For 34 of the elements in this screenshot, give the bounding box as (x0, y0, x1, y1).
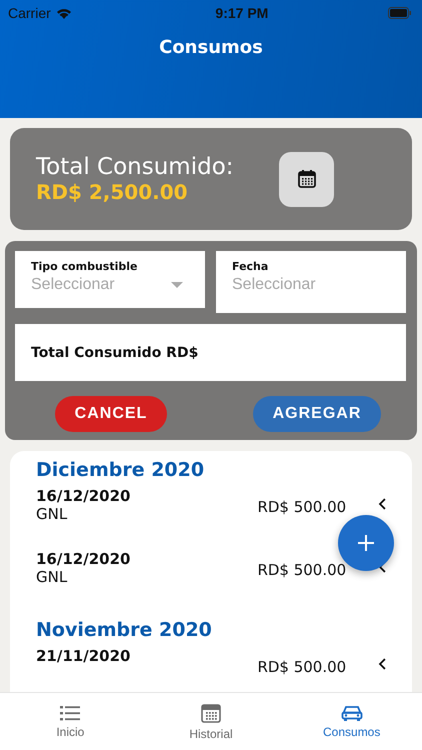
battery-icon (388, 7, 412, 19)
cancel-button[interactable]: CANCEL (55, 396, 167, 432)
caret-icon (171, 282, 183, 288)
tab-item[interactable]: Historial (140, 693, 282, 750)
wifi-icon (56, 7, 72, 19)
status-time: 9:17 PM (215, 5, 268, 21)
tab-item[interactable]: Inicio (0, 693, 141, 750)
tab-item[interactable]: Consumos (281, 693, 422, 750)
entry-date: 16/12/2020 (36, 487, 132, 505)
fuel-type: GNL (36, 505, 68, 523)
add-button[interactable]: AGREGAR (253, 396, 381, 432)
entry-amount: RD$ 500.00 (257, 658, 348, 676)
screen-title: Consumos (158, 36, 264, 58)
date-field[interactable]: Fecha Seleccionar (216, 251, 406, 313)
car-icon (340, 704, 363, 722)
entry-amount: RD$ 500.00 (257, 561, 348, 579)
entry-amount: RD$ 500.00 (257, 498, 348, 516)
carrier-label: Carrier (8, 5, 51, 21)
plus-icon (357, 534, 375, 552)
summary-label: Total Consumido: (36, 154, 234, 180)
fuel-type-dropdown[interactable]: Tipo combustible Seleccionar (15, 251, 205, 308)
chevron-icon[interactable] (378, 498, 386, 510)
amount-input-field[interactable]: Total Consumido RD$ (15, 324, 406, 381)
month-heading: Noviembre 2020 (36, 619, 213, 643)
calendar-icon (296, 169, 316, 189)
month-heading: Diciembre 2020 (36, 459, 206, 483)
chevron-icon[interactable] (378, 658, 386, 670)
entry-date: 16/12/2020 (36, 550, 132, 568)
fuel-type: GNL (36, 568, 68, 586)
entry-date: 21/11/2020 (36, 647, 132, 665)
list-icon (59, 704, 82, 722)
calendar-button[interactable] (279, 152, 334, 206)
summary-amount: RD$ 2,500.00 (36, 180, 189, 204)
calendar-icon (200, 702, 222, 724)
